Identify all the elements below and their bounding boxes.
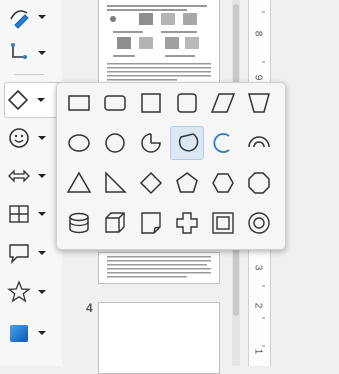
- 3d-objects-tool-button[interactable]: [6, 318, 56, 348]
- rounded-square-shape-button[interactable]: [171, 87, 203, 119]
- isosceles-triangle-shape-button[interactable]: [63, 167, 95, 199]
- ellipse-shape-button[interactable]: [63, 127, 95, 159]
- double-arrow-icon: [6, 163, 32, 189]
- slide-thumbnail[interactable]: [98, 302, 220, 374]
- square-icon: [141, 93, 161, 113]
- circle-pie-shape-button[interactable]: [135, 127, 167, 159]
- circle-pie-icon: [141, 133, 161, 153]
- slide-content-preview: [107, 256, 211, 278]
- chevron-down-icon: [37, 98, 45, 102]
- callout-icon: [6, 240, 32, 266]
- cube-shape-button[interactable]: [99, 207, 131, 239]
- frame-icon: [212, 212, 234, 234]
- curves-tool-button[interactable]: [6, 2, 56, 32]
- square-shape-button[interactable]: [135, 87, 167, 119]
- ruler-label: 1: [252, 348, 264, 355]
- page-number: 4: [86, 301, 93, 315]
- flowchart-tool-button[interactable]: [6, 199, 56, 229]
- folded-corner-shape-button[interactable]: [135, 207, 167, 239]
- chevron-down-icon: [38, 136, 46, 140]
- slide-content-preview: [107, 5, 211, 81]
- isosceles-triangle-icon: [66, 171, 92, 193]
- cube-icon: [105, 212, 125, 233]
- rectangle-shape-button[interactable]: [63, 87, 95, 119]
- ring-shape-button[interactable]: [243, 207, 275, 239]
- star-icon: [6, 279, 32, 305]
- block-arc-shape-button[interactable]: [170, 126, 204, 160]
- cylinder-icon: [69, 212, 89, 234]
- ruler-label: 2: [252, 302, 264, 309]
- hexagon-icon: [212, 173, 234, 193]
- curve-pen-icon: [6, 4, 32, 30]
- chevron-down-icon: [38, 290, 46, 294]
- pentagon-shape-button[interactable]: [171, 167, 203, 199]
- trapezoid-icon: [248, 93, 270, 113]
- circle-icon: [105, 133, 125, 153]
- block-arc-icon: [178, 133, 199, 152]
- connectors-tool-button[interactable]: [6, 38, 56, 68]
- slide-thumbnail[interactable]: [98, 0, 220, 86]
- symbol-shapes-tool-button[interactable]: [6, 123, 56, 153]
- ellipse-icon: [68, 134, 90, 152]
- hexagon-shape-button[interactable]: [207, 167, 239, 199]
- frame-shape-button[interactable]: [207, 207, 239, 239]
- trapezoid-shape-button[interactable]: [243, 87, 275, 119]
- octagon-shape-button[interactable]: [243, 167, 275, 199]
- shapes-toolbar: [0, 0, 62, 366]
- ring-icon: [248, 212, 270, 234]
- smiley-icon: [6, 125, 32, 151]
- arc-shape-button[interactable]: [207, 127, 239, 159]
- diamond-shape-button[interactable]: [135, 167, 167, 199]
- toolbar-separator: [14, 74, 44, 75]
- flowchart-icon: [6, 201, 32, 227]
- 3d-cube-icon: [6, 320, 32, 346]
- circle-shape-button[interactable]: [99, 127, 131, 159]
- arc-icon: [213, 133, 230, 153]
- circle-segment-icon: [248, 136, 270, 148]
- callouts-tool-button[interactable]: [6, 238, 56, 268]
- diamond-icon: [139, 171, 163, 195]
- basic-shapes-popup: [56, 82, 286, 250]
- rounded-rectangle-icon: [104, 95, 126, 111]
- chevron-down-icon: [38, 174, 46, 178]
- parallelogram-icon: [210, 93, 236, 113]
- octagon-icon: [248, 172, 270, 194]
- chevron-down-icon: [38, 331, 46, 335]
- rounded-rectangle-shape-button[interactable]: [99, 87, 131, 119]
- ruler-label: 8: [252, 30, 264, 37]
- circle-segment-shape-button[interactable]: [243, 127, 275, 159]
- cross-icon: [176, 212, 198, 234]
- diamond-icon: [5, 87, 31, 113]
- chevron-down-icon: [38, 212, 46, 216]
- pentagon-icon: [176, 172, 198, 193]
- ruler-label: 3: [252, 264, 264, 271]
- rounded-square-icon: [177, 93, 197, 113]
- right-triangle-shape-button[interactable]: [99, 167, 131, 199]
- chevron-down-icon: [38, 251, 46, 255]
- connector-icon: [6, 40, 32, 66]
- block-arrows-tool-button[interactable]: [6, 161, 56, 191]
- right-triangle-icon: [105, 171, 127, 193]
- cylinder-shape-button[interactable]: [63, 207, 95, 239]
- stars-tool-button[interactable]: [6, 277, 56, 307]
- slide-thumbnail[interactable]: [98, 252, 220, 284]
- cross-shape-button[interactable]: [171, 207, 203, 239]
- ruler-label: 9: [252, 74, 264, 81]
- basic-shapes-tool-button[interactable]: [4, 82, 62, 118]
- chevron-down-icon: [38, 51, 46, 55]
- parallelogram-shape-button[interactable]: [207, 87, 239, 119]
- chevron-down-icon: [38, 15, 46, 19]
- rectangle-icon: [68, 95, 90, 111]
- folded-corner-icon: [141, 212, 161, 234]
